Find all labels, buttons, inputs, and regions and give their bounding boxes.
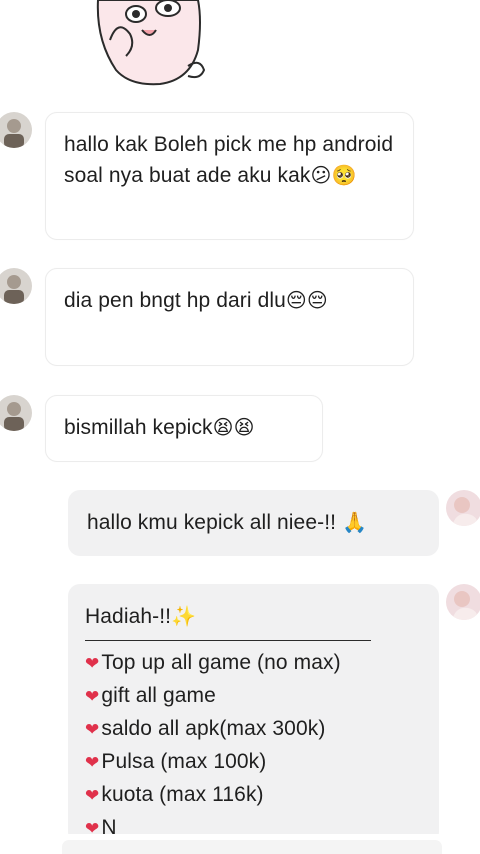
- message-bubble[interactable]: dia pen bngt hp dari dlu😔😔: [45, 268, 414, 366]
- gift-title: Hadiah-!!: [85, 605, 172, 628]
- sender-avatar[interactable]: [0, 268, 32, 304]
- sender-avatar[interactable]: [0, 112, 32, 148]
- cat-sticker-icon: [96, 0, 206, 86]
- gift-item: ❤Top up all game (no max): [85, 651, 341, 674]
- message-bubble[interactable]: bismillah kepick😫😫: [45, 395, 323, 462]
- message-emoji: 😕🥺: [310, 163, 357, 187]
- gift-item: ❤kuota (max 116k): [85, 783, 264, 806]
- own-avatar[interactable]: [446, 490, 480, 526]
- gift-message-bubble[interactable]: Hadiah-!!✨ ❤Top up all game (no max) ❤gi…: [68, 584, 439, 844]
- gift-item: ❤saldo all apk(max 300k): [85, 717, 326, 740]
- gift-item: ❤gift all game: [85, 684, 216, 707]
- message-emoji: 😔😔: [285, 288, 328, 312]
- input-bar-edge: [62, 840, 442, 854]
- cat-sticker: [90, 0, 210, 88]
- message-text: dia pen bngt hp dari dlu: [64, 289, 286, 312]
- gift-item: ❤Pulsa (max 100k): [85, 750, 267, 773]
- message-text: hallo kmu kepick all niee-!!: [87, 511, 337, 534]
- own-avatar[interactable]: [446, 584, 480, 620]
- heart-icon: ❤: [85, 753, 100, 773]
- heart-icon: ❤: [85, 687, 100, 707]
- sender-avatar[interactable]: [0, 395, 32, 431]
- heart-icon: ❤: [85, 786, 100, 806]
- message-bubble[interactable]: hallo kak Boleh pick me hp android soal …: [45, 112, 414, 240]
- message-text: bismillah kepick: [64, 416, 213, 439]
- message-emoji: 😫😫: [212, 415, 255, 439]
- message-emoji: 🙏: [342, 510, 368, 534]
- gift-divider: [85, 640, 371, 641]
- heart-icon: ❤: [85, 720, 100, 740]
- message-bubble[interactable]: hallo kmu kepick all niee-!! 🙏: [68, 490, 439, 556]
- heart-icon: ❤: [85, 654, 100, 674]
- sparkles-icon: ✨: [171, 604, 197, 628]
